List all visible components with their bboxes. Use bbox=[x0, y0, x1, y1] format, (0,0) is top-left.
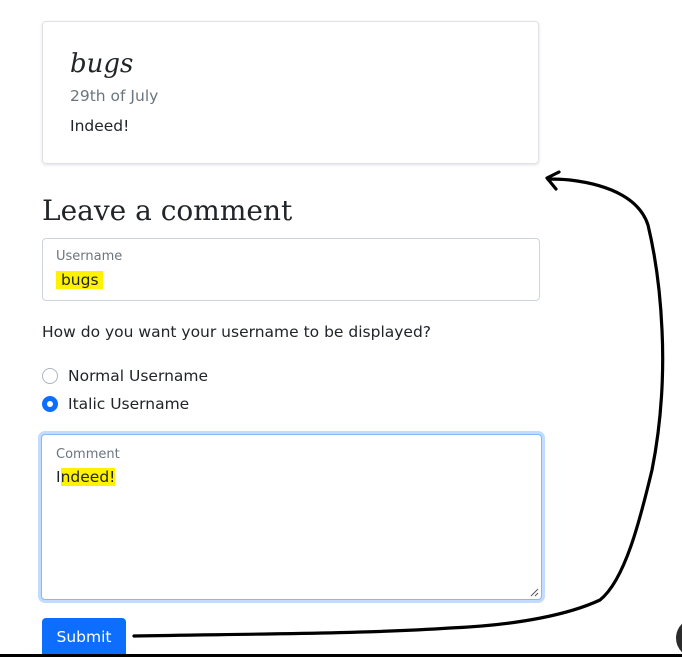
italic-username-radio[interactable] bbox=[42, 396, 58, 412]
comment-textarea[interactable]: Comment Indeed! bbox=[41, 434, 542, 600]
username-label: Username bbox=[56, 249, 123, 264]
italic-username-label[interactable]: Italic Username bbox=[68, 394, 189, 414]
username-value[interactable]: bugs bbox=[56, 270, 104, 290]
normal-username-option[interactable]: Normal Username bbox=[42, 366, 208, 386]
normal-username-radio[interactable] bbox=[42, 368, 58, 384]
leave-comment-heading: Leave a comment bbox=[42, 194, 293, 227]
comment-author: bugs bbox=[70, 49, 134, 79]
comment-text: Indeed! bbox=[70, 117, 130, 135]
corner-widget[interactable] bbox=[676, 618, 682, 658]
comment-card: bugs 29th of July Indeed! bbox=[42, 21, 539, 164]
resize-grip-icon[interactable] bbox=[529, 587, 539, 597]
comment-date: 29th of July bbox=[70, 87, 159, 105]
username-field[interactable]: Username bugs bbox=[42, 238, 540, 301]
username-value-text: bugs bbox=[60, 271, 99, 289]
comment-value-first: I bbox=[56, 468, 61, 486]
normal-username-label[interactable]: Normal Username bbox=[68, 366, 208, 386]
display-question: How do you want your username to be disp… bbox=[42, 323, 432, 341]
comment-label: Comment bbox=[56, 447, 120, 462]
comment-value[interactable]: Indeed! bbox=[56, 467, 116, 487]
submit-button[interactable]: Submit bbox=[42, 618, 126, 656]
italic-username-option[interactable]: Italic Username bbox=[42, 394, 189, 414]
comment-value-rest: ndeed! bbox=[60, 468, 116, 486]
